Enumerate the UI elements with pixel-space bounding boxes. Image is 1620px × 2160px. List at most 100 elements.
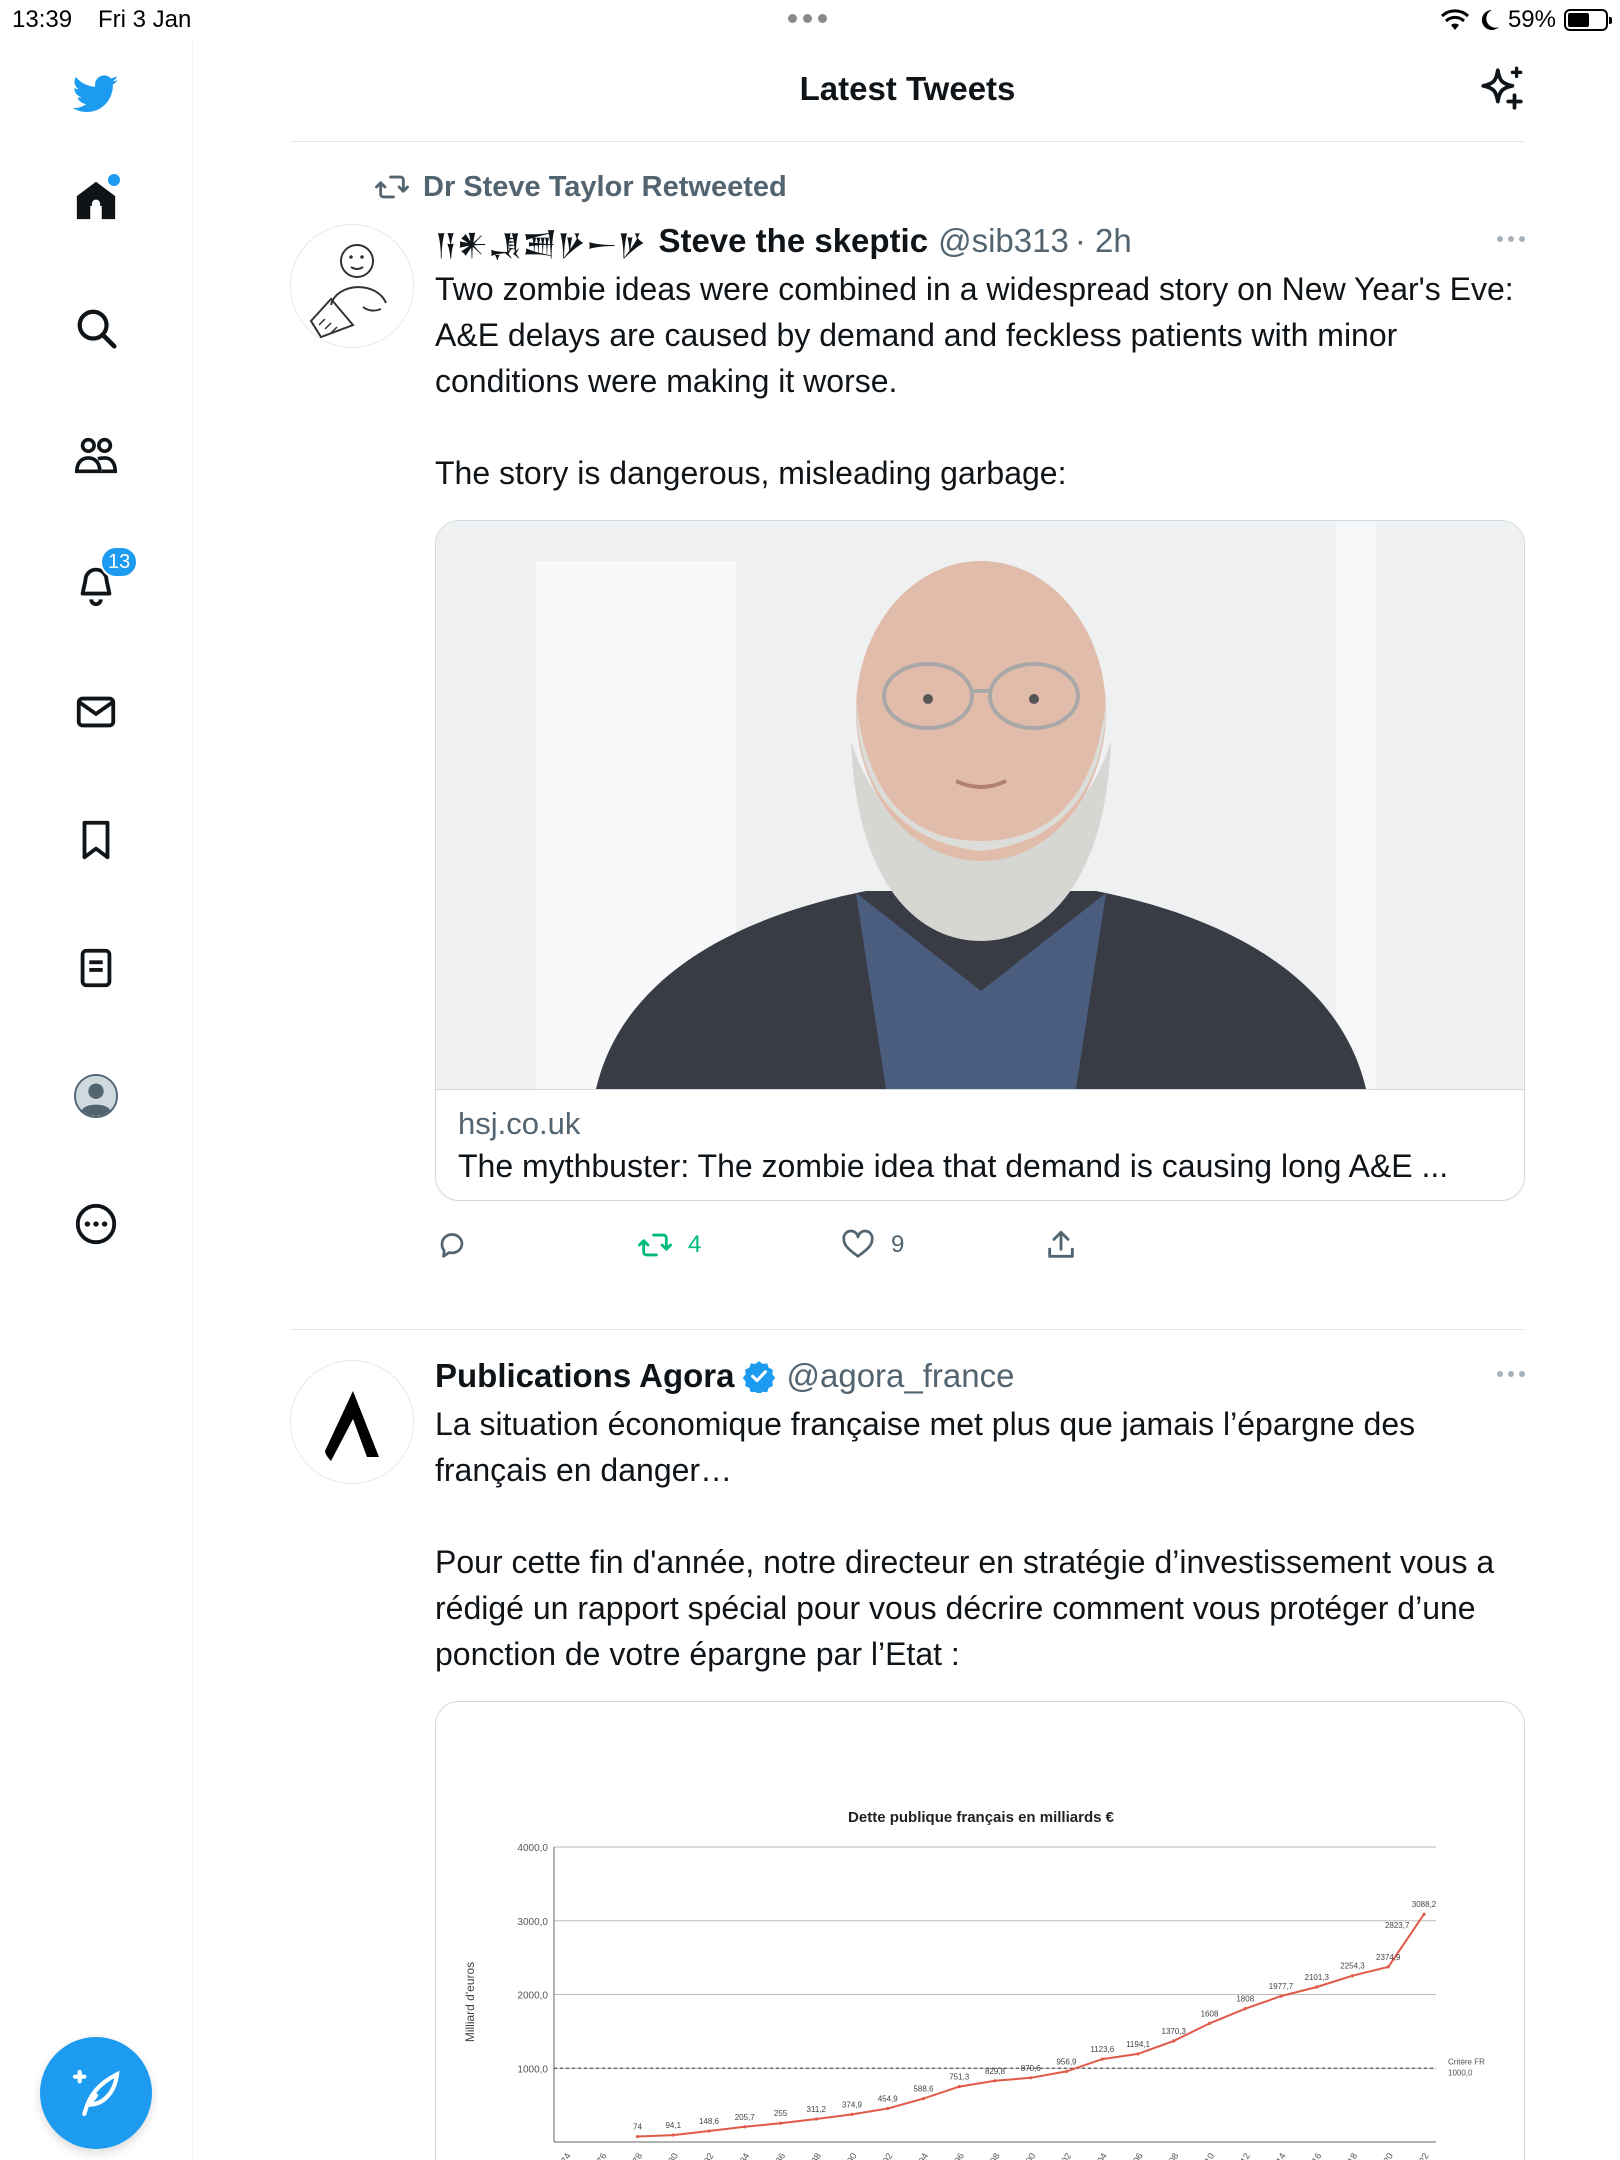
data-point [1279,1994,1283,1998]
more-options-icon[interactable] [66,1194,126,1254]
data-point [1422,1912,1426,1916]
data-label: 311,2 [807,2105,827,2114]
x-tick-label: 1986 [769,2151,788,2160]
link-card[interactable]: hsj.co.uk The mythbuster: The zombie ide… [435,520,1525,1201]
notifications-badge: 13 [100,546,139,578]
data-label: 1194,1 [1126,2040,1150,2049]
tweet-more-icon[interactable] [1497,1371,1525,1377]
y-tick-label: 4000,0 [517,1843,548,1854]
author-handle[interactable]: @sib313 [938,222,1069,260]
tweet-paragraph: Pour cette fin d'année, notre directeur … [435,1544,1495,1672]
media-card[interactable]: Dette publique français en milliards € Mi… [435,1701,1525,2160]
tweet[interactable]: Dr Steve Taylor Retweeted 𒀀𒀭𒂗𒍪𒃻𒀸𒃻 Steve … [290,170,1525,1330]
x-tick-label: 1998 [983,2151,1002,2160]
sparkle-icon[interactable] [1477,64,1527,114]
avatar[interactable] [290,1360,414,1484]
debt-chart: Dette publique français en milliards € Mi… [463,1809,1485,2160]
x-tick-label: 2002 [1055,2151,1074,2160]
tweet[interactable]: Publications Agora @agora_france La situ… [290,1355,1525,2160]
data-point [850,2112,854,2116]
x-tick-label: 2022 [1412,2151,1431,2160]
data-point [1386,1965,1390,1969]
status-bar: 13:39 Fri 3 Jan 59% [0,0,1620,42]
data-point [1207,2021,1212,2026]
x-tick-label: 1974 [554,2151,573,2160]
tweet-divider [290,1329,1525,1330]
tweet-paragraph: The story is dangerous, misleading garba… [435,455,1067,491]
status-indicators: 59% [1440,6,1612,34]
data-point [886,2106,890,2111]
avatar[interactable] [290,224,414,348]
tweet-paragraph: Two zombie ideas were combined in a wide… [435,271,1514,399]
portrait-photo [436,521,1524,1089]
communities-icon[interactable] [66,426,126,486]
data-label: 2101,3 [1305,1973,1330,1982]
data-point [993,2079,997,2083]
x-tick-label: 1978 [626,2151,645,2160]
retweet-button[interactable]: 4 [638,1228,841,1262]
compose-tweet-button[interactable] [40,2037,152,2149]
tweet-paragraph: La situation économique française met pl… [435,1406,1416,1488]
x-tick-label: 1992 [876,2151,895,2160]
data-label: 588,6 [913,2085,934,2094]
tweet-more-icon[interactable] [1497,236,1525,242]
data-label: 205,7 [735,2113,756,2122]
retweet-icon [638,1233,672,1257]
data-point [1243,2007,1247,2011]
lists-icon[interactable] [66,938,126,998]
timeline-header: Latest Tweets [290,42,1525,142]
x-tick-label: 2018 [1341,2151,1360,2160]
status-date: Fri 3 Jan [98,6,192,33]
data-label: 1123,6 [1090,2045,1114,2054]
share-button[interactable] [1044,1228,1247,1262]
messages-icon[interactable] [66,682,126,742]
data-point [1029,2076,1033,2080]
link-card-title: The mythbuster: The zombie idea that dem… [458,1148,1449,1184]
twitter-logo-icon[interactable] [66,64,126,124]
profile-avatar-icon[interactable] [66,1066,126,1126]
tweet-header: Publications Agora @agora_france [435,1355,1525,1397]
data-label: 74 [633,2123,642,2132]
search-icon[interactable] [66,298,126,358]
data-label: 2374,9 [1376,1953,1401,1962]
tweet-actions: 4 9 [435,1215,1525,1275]
x-tick-label: 2004 [1090,2151,1109,2160]
author-handle[interactable]: @agora_france [786,1357,1014,1395]
author-name[interactable]: Publications Agora [435,1357,734,1395]
home-icon[interactable] [66,170,126,230]
data-label: 956,9 [1056,2057,1077,2066]
x-tick-label: 2006 [1126,2151,1145,2160]
data-point [707,2129,711,2133]
series-line [637,1913,1425,2138]
x-tick-label: 2000 [1019,2151,1038,2160]
data-label: 2823,7 [1385,1921,1410,1930]
reply-button[interactable] [435,1228,638,1262]
agora-logo-icon [291,1361,413,1483]
tweet-body: 𒀀𒀭𒂗𒍪𒃻𒀸𒃻 Steve the skeptic @sib313 · 2h T… [435,220,1525,1275]
data-label: 829,8 [985,2067,1006,2076]
data-point [1350,1974,1355,1978]
x-tick-label: 1982 [697,2151,716,2160]
bookmarks-icon[interactable] [66,810,126,870]
notifications-bell-icon[interactable]: 13 [66,546,139,614]
x-tick-label: 1984 [733,2151,752,2160]
x-tick-label: 2020 [1376,2151,1395,2160]
data-point [1064,2069,1069,2074]
multitasking-dots-icon[interactable] [788,14,827,23]
x-tick-label: 1994 [912,2151,931,2160]
x-tick-label: 1980 [661,2151,680,2160]
data-point [671,2133,675,2137]
chart-title: Dette publique français en milliards € [848,1809,1115,1826]
data-label: 148,6 [699,2117,720,2126]
tweet-text: Two zombie ideas were combined in a wide… [435,266,1525,496]
link-card-domain: hsj.co.uk [458,1106,581,1141]
retweet-small-icon [375,175,409,199]
wifi-icon [1440,9,1469,30]
data-label: 870,6 [1021,2064,1042,2073]
like-button[interactable]: 9 [841,1228,1044,1262]
author-name[interactable]: Steve the skeptic [658,222,928,260]
verified-badge-icon [743,1361,776,1393]
moon-icon [1481,9,1499,30]
tweet-time[interactable]: · 2h [1075,222,1132,260]
data-point [635,2134,640,2139]
